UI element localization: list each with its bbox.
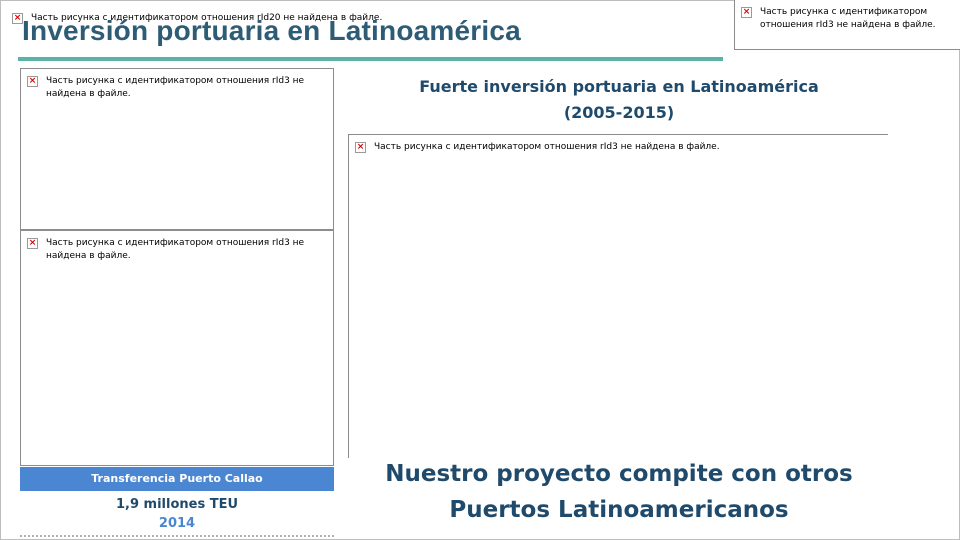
missing-image-placeholder-center: × Часть рисунка с идентификатором отноше… [348, 134, 888, 458]
bottom-message: Nuestro proyecto compite con otros Puert… [360, 456, 878, 528]
placeholder-text: Часть рисунка с идентификатором отношени… [46, 76, 305, 99]
broken-image-icon: × [27, 238, 38, 249]
dotted-divider [20, 535, 334, 537]
chart-subtitle: Fuerte inversión portuaria en Latinoamér… [380, 74, 858, 126]
subtitle-line-2: (2005-2015) [563, 103, 675, 122]
broken-image-icon: × [27, 76, 38, 87]
missing-image-placeholder-left-2: × Часть рисунка с идентификатором отноше… [20, 230, 334, 466]
missing-image-placeholder-top-right: × Часть рисунка с идентификатором отноше… [734, 0, 960, 50]
missing-image-placeholder-left-1: × Часть рисунка с идентификатором отноше… [20, 68, 334, 230]
broken-image-icon: × [355, 142, 366, 153]
subtitle-line-1: Fuerte inversión portuaria en Latinoamér… [419, 77, 819, 96]
callao-transfer-label: Transferencia Puerto Callao [20, 467, 334, 491]
bottom-message-line-1: Nuestro proyecto compite con otros [385, 461, 853, 487]
broken-image-icon: × [741, 7, 752, 18]
bottom-message-line-2: Puertos Latinoamericanos [449, 497, 789, 523]
teu-year: 2014 [158, 516, 196, 531]
placeholder-text: Часть рисунка с идентификатором отношени… [760, 7, 936, 30]
teu-value: 1,9 millones TEU [115, 497, 239, 512]
placeholder-text: Часть рисунка с идентификатором отношени… [374, 142, 720, 152]
title-underline [18, 57, 723, 61]
placeholder-text: Часть рисунка с идентификатором отношени… [46, 238, 305, 261]
slide-title: Inversión portuaria en Latinoamérica [22, 15, 521, 46]
